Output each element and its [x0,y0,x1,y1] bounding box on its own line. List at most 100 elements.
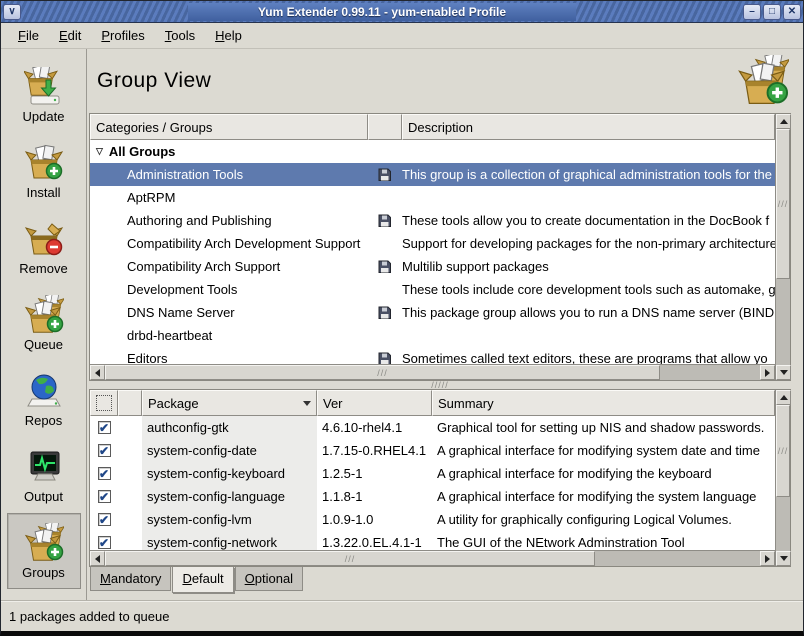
sort-descending-icon [303,401,311,406]
package-table-vscrollbar[interactable]: /// [775,390,790,566]
column-header-categories-groups[interactable]: Categories / Groups [90,114,368,140]
scroll-left-icon[interactable] [90,551,105,566]
floppy-icon [378,168,392,182]
window-menu-button[interactable]: ∨ [3,4,21,20]
tab-default[interactable]: Default [172,567,233,593]
scroll-right-icon[interactable] [760,551,775,566]
package-row[interactable]: ✔ system-config-network 1.3.22.0.EL.4.1-… [90,531,775,550]
main-area: Group View Categories / Groups Descripti… [87,49,803,600]
repos-globe-icon [24,371,64,411]
group-tree-header: Categories / Groups Description [90,114,775,140]
pane-splitter[interactable]: ///// [89,381,791,389]
scroll-down-icon[interactable] [776,551,791,566]
install-box-icon [24,143,64,183]
group-tree-vscrollbar[interactable]: /// [775,114,790,380]
group-row[interactable]: drbd-heartbeat [90,324,775,347]
sidebar-item-install[interactable]: Install [7,133,81,209]
menu-file[interactable]: File [9,25,48,46]
package-row[interactable]: ✔ system-config-lvm 1.0.9-1.0 A utility … [90,508,775,531]
sidebar: Update Install Remove [1,49,87,600]
menu-tools[interactable]: Tools [156,25,204,46]
vscroll-thumb[interactable]: /// [776,405,790,497]
package-table-header: Package Ver Summary [90,390,775,416]
update-box-icon [24,67,64,107]
chevron-down-icon: ∨ [8,7,15,17]
tab-mandatory[interactable]: Mandatory [90,567,171,591]
tree-root-label: All Groups [109,144,175,159]
column-header-select[interactable] [90,390,118,416]
minimize-button[interactable]: – [743,4,761,20]
maximize-button[interactable]: □ [763,4,781,20]
scroll-up-icon[interactable] [776,114,791,129]
package-row[interactable]: ✔ authconfig-gtk 4.6.10-rhel4.1 Graphica… [90,416,775,439]
group-row[interactable]: Editors Sometimes called text editors, t… [90,347,775,364]
package-rows: ✔ authconfig-gtk 4.6.10-rhel4.1 Graphica… [90,416,775,550]
package-row[interactable]: ✔ system-config-date 1.7.15-0.RHEL4.1 A … [90,439,775,462]
scroll-right-icon[interactable] [760,365,775,380]
package-checkbox[interactable]: ✔ [98,536,111,549]
column-header-ver[interactable]: Ver [317,390,432,416]
menu-edit[interactable]: Edit [50,25,90,46]
floppy-icon [378,352,392,365]
group-row[interactable]: Development Tools These tools include co… [90,278,775,301]
group-row[interactable]: DNS Name Server This package group allow… [90,301,775,324]
group-row[interactable]: Authoring and Publishing These tools all… [90,209,775,232]
group-row[interactable]: Compatibility Arch Support Multilib supp… [90,255,775,278]
sidebar-item-label: Install [27,185,61,200]
sidebar-item-label: Remove [19,261,67,276]
scroll-left-icon[interactable] [90,365,105,380]
sidebar-item-groups[interactable]: Groups [7,513,81,589]
package-checkbox[interactable]: ✔ [98,467,111,480]
column-header-package[interactable]: Package [142,390,317,416]
window-title: Yum Extender 0.99.11 - yum-enabled Profi… [188,3,576,21]
menubar: File Edit Profiles Tools Help [1,23,803,49]
group-package-tabs: Mandatory Default Optional [89,567,791,596]
hscroll-thumb[interactable]: /// [105,551,595,566]
remove-box-icon [24,219,64,259]
vscroll-thumb[interactable]: /// [776,129,790,279]
titlebar-center: Yum Extender 0.99.11 - yum-enabled Profi… [21,3,743,21]
sidebar-item-output[interactable]: Output [7,437,81,513]
sidebar-item-label: Queue [24,337,63,352]
package-checkbox[interactable]: ✔ [98,421,111,434]
sidebar-item-update[interactable]: Update [7,57,81,133]
titlebar[interactable]: ∨ Yum Extender 0.99.11 - yum-enabled Pro… [1,1,803,23]
sidebar-item-remove[interactable]: Remove [7,209,81,285]
scroll-up-icon[interactable] [776,390,791,405]
package-checkbox[interactable]: ✔ [98,513,111,526]
group-tree-panel: Categories / Groups Description ▽ All Gro… [89,113,791,381]
menu-help[interactable]: Help [206,25,251,46]
group-row[interactable]: AptRPM [90,186,775,209]
group-view-header-icon [737,55,789,107]
group-tree-hscrollbar[interactable]: /// [90,364,775,380]
sidebar-item-queue[interactable]: Queue [7,285,81,361]
menu-profiles[interactable]: Profiles [92,25,153,46]
group-tree-rows: ▽ All Groups Administration Tools This gr… [90,140,775,364]
column-header-summary[interactable]: Summary [432,390,775,416]
statusbar: 1 packages added to queue [1,600,803,631]
page-title: Group View [97,69,211,93]
package-checkbox[interactable]: ✔ [98,490,111,503]
package-checkbox[interactable]: ✔ [98,444,111,457]
hscroll-thumb[interactable]: /// [105,365,660,380]
scroll-down-icon[interactable] [776,365,791,380]
package-row[interactable]: ✔ system-config-language 1.1.8-1 A graph… [90,485,775,508]
output-monitor-icon [24,447,64,487]
column-header-status[interactable] [118,390,142,416]
expander-triangle-icon[interactable]: ▽ [96,146,103,157]
group-row[interactable]: Administration Tools This group is a col… [90,163,775,186]
package-table-panel: Package Ver Summary ✔ authconfig-gtk 4.6… [89,389,791,567]
sidebar-item-label: Repos [25,413,63,428]
sidebar-item-repos[interactable]: Repos [7,361,81,437]
package-table-hscrollbar[interactable]: /// [90,550,775,566]
package-row[interactable]: ✔ system-config-keyboard 1.2.5-1 A graph… [90,462,775,485]
group-row[interactable]: Compatibility Arch Development Support S… [90,232,775,255]
tree-root-row[interactable]: ▽ All Groups [90,140,775,163]
column-header-icon[interactable] [368,114,402,140]
column-header-description[interactable]: Description [402,114,775,140]
app-window: ∨ Yum Extender 0.99.11 - yum-enabled Pro… [0,0,804,636]
close-button[interactable]: ✕ [783,4,801,20]
groups-boxes-icon [24,523,64,563]
minimize-icon: – [749,7,755,17]
tab-optional[interactable]: Optional [235,567,303,591]
